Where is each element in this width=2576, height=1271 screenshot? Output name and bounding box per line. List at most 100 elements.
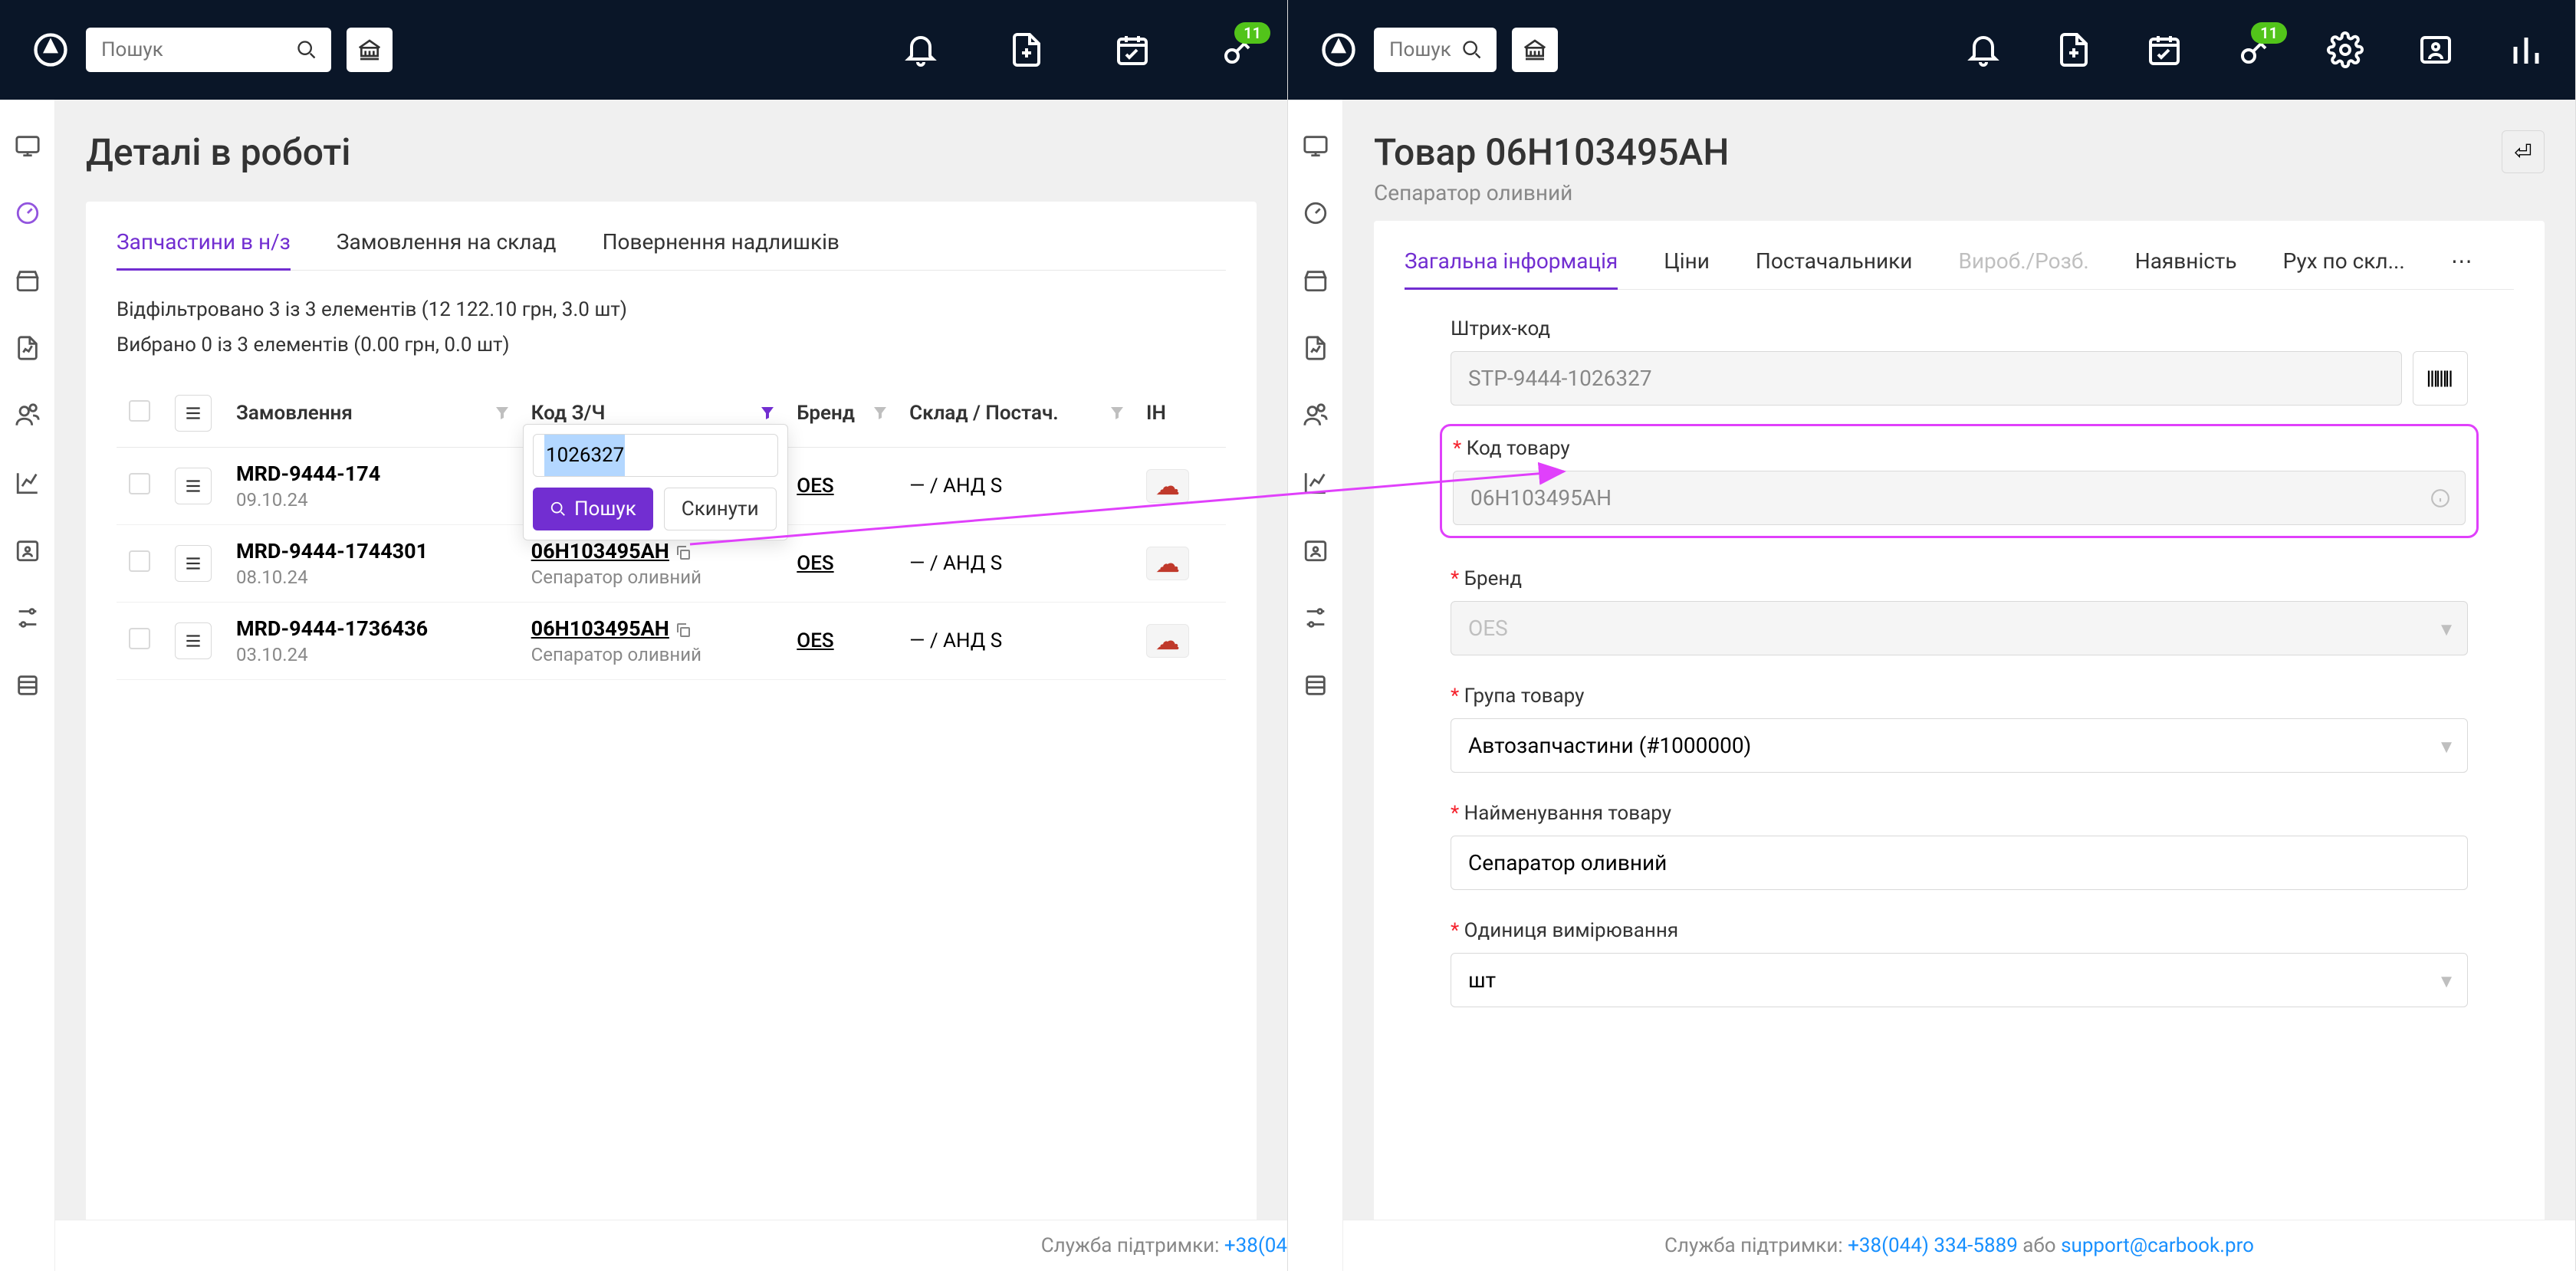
sidebar-sliders[interactable]: [1300, 603, 1331, 633]
row-menu-button[interactable]: [175, 622, 212, 659]
tabs-more[interactable]: ⋯: [2451, 248, 2472, 289]
table-menu-button[interactable]: [175, 395, 212, 432]
sidebar-users[interactable]: [1300, 400, 1331, 431]
key-icon[interactable]: 11: [1220, 31, 1257, 68]
order-number[interactable]: MRD-9444-174: [236, 461, 507, 486]
footer-phone[interactable]: +38(04: [1224, 1234, 1287, 1257]
sidebar-chart[interactable]: [1300, 468, 1331, 498]
part-link[interactable]: 06H103495AH: [531, 539, 669, 563]
tab-suppliers[interactable]: Постачальники: [1756, 248, 1913, 289]
filter-icon[interactable]: [871, 404, 889, 422]
filter-search-button[interactable]: Пошук: [533, 488, 653, 530]
app-logo-icon[interactable]: [1319, 30, 1359, 70]
tab-warehouse-orders[interactable]: Замовлення на склад: [337, 229, 557, 270]
product-subtitle: Сепаратор оливний: [1374, 180, 1729, 205]
sidebar-list[interactable]: [12, 670, 43, 701]
tab-stock[interactable]: Наявність: [2135, 248, 2237, 289]
supplier-cell: — / АНД S: [897, 525, 1134, 603]
sidebar-sliders[interactable]: [12, 603, 43, 633]
settings-icon[interactable]: [2327, 31, 2364, 68]
row-checkbox[interactable]: [129, 473, 150, 494]
bank-button[interactable]: [1512, 28, 1558, 72]
sidebar-dashboard[interactable]: [1300, 130, 1331, 161]
col-brand[interactable]: Бренд: [784, 379, 897, 448]
brand-link[interactable]: OES: [797, 629, 833, 652]
app-logo-icon[interactable]: [31, 30, 71, 70]
filter-icon[interactable]: [758, 404, 777, 422]
footer-email[interactable]: support@carbook.pro: [2061, 1234, 2254, 1257]
row-menu-button[interactable]: [175, 468, 212, 504]
unit-select[interactable]: шт ▾: [1451, 953, 2468, 1007]
back-button[interactable]: ⏎: [2502, 130, 2545, 173]
sidebar-package[interactable]: [1300, 265, 1331, 296]
contact-icon[interactable]: [2417, 31, 2454, 68]
name-label: Найменування товару: [1451, 802, 2468, 825]
bank-button[interactable]: [347, 28, 393, 72]
sidebar-gauge[interactable]: [1300, 198, 1331, 228]
supplier-cell: — / АНД S: [897, 603, 1134, 680]
sidebar-report[interactable]: [12, 333, 43, 363]
sidebar-package[interactable]: [12, 265, 43, 296]
global-search-input[interactable]: [101, 38, 316, 61]
topbar-left: 11: [0, 0, 1287, 100]
brand-link[interactable]: OES: [797, 552, 833, 575]
calendar-check-icon[interactable]: [1114, 31, 1151, 68]
order-date: 03.10.24: [236, 644, 507, 665]
sidebar-list[interactable]: [1300, 670, 1331, 701]
code-label: Код товару: [1453, 437, 2466, 460]
sidebar-calendar-user[interactable]: [1300, 535, 1331, 566]
sidebar-chart[interactable]: [12, 468, 43, 498]
calendar-check-icon[interactable]: [2146, 31, 2183, 68]
sidebar-dashboard[interactable]: [12, 130, 43, 161]
col-supplier[interactable]: Склад / Постач.: [897, 379, 1134, 448]
name-input[interactable]: [1451, 836, 2468, 890]
filter-reset-button[interactable]: Скинути: [664, 488, 777, 530]
row-menu-button[interactable]: [175, 545, 212, 582]
info-icon[interactable]: [2430, 488, 2450, 508]
col-order[interactable]: Замовлення: [224, 379, 519, 448]
add-file-icon[interactable]: [1008, 31, 1045, 68]
order-number[interactable]: MRD-9444-1736436: [236, 616, 507, 641]
search-icon: [296, 39, 317, 61]
global-search[interactable]: [1374, 28, 1497, 72]
row-checkbox[interactable]: [129, 628, 150, 649]
order-date: 08.10.24: [236, 567, 507, 588]
part-link[interactable]: 06H103495AH: [531, 616, 669, 641]
tab-manufacturer: Вироб./Розб.: [1958, 248, 2088, 289]
bar-chart-icon[interactable]: [2508, 31, 2545, 68]
part-filter-input[interactable]: [533, 434, 778, 477]
cloud-status[interactable]: ☁: [1146, 547, 1189, 580]
filter-icon[interactable]: [493, 404, 511, 422]
brand-link[interactable]: OES: [797, 475, 833, 498]
tab-general[interactable]: Загальна інформація: [1405, 248, 1618, 289]
group-select[interactable]: Автозапчастини (#1000000) ▾: [1451, 718, 2468, 773]
sidebar-gauge[interactable]: [12, 198, 43, 228]
table-row: MRD-9444-173643603.10.24 06H103495AHСепа…: [117, 603, 1226, 680]
select-all-checkbox[interactable]: [129, 400, 150, 422]
tab-movement[interactable]: Рух по скл...: [2283, 248, 2405, 289]
copy-icon[interactable]: [674, 544, 692, 562]
sidebar-right: [1288, 100, 1343, 1271]
tab-prices[interactable]: Ціни: [1664, 248, 1710, 289]
copy-icon[interactable]: [674, 621, 692, 639]
footer-phone[interactable]: +38(044) 334-5889: [1848, 1234, 2018, 1257]
filter-icon[interactable]: [1108, 404, 1126, 422]
tab-returns[interactable]: Повернення надлишків: [603, 229, 840, 270]
cloud-status[interactable]: ☁: [1146, 624, 1189, 658]
part-desc: Сепаратор оливний: [531, 567, 773, 588]
row-checkbox[interactable]: [129, 550, 150, 572]
add-file-icon[interactable]: [2055, 31, 2092, 68]
tab-parts[interactable]: Запчастини в н/з: [117, 229, 291, 270]
barcode-label: Штрих-код: [1451, 317, 2468, 340]
order-number[interactable]: MRD-9444-1744301: [236, 539, 507, 563]
bell-icon[interactable]: [902, 31, 939, 68]
barcode-scan-button[interactable]: [2413, 351, 2468, 406]
bell-icon[interactable]: [1965, 31, 2002, 68]
cloud-status[interactable]: ☁: [1146, 469, 1189, 503]
sidebar-calendar-user[interactable]: [12, 535, 43, 566]
supplier-cell: — / АНД S: [897, 448, 1134, 525]
sidebar-report[interactable]: [1300, 333, 1331, 363]
sidebar-users[interactable]: [12, 400, 43, 431]
key-icon[interactable]: 11: [2236, 31, 2273, 68]
global-search[interactable]: [86, 28, 331, 72]
